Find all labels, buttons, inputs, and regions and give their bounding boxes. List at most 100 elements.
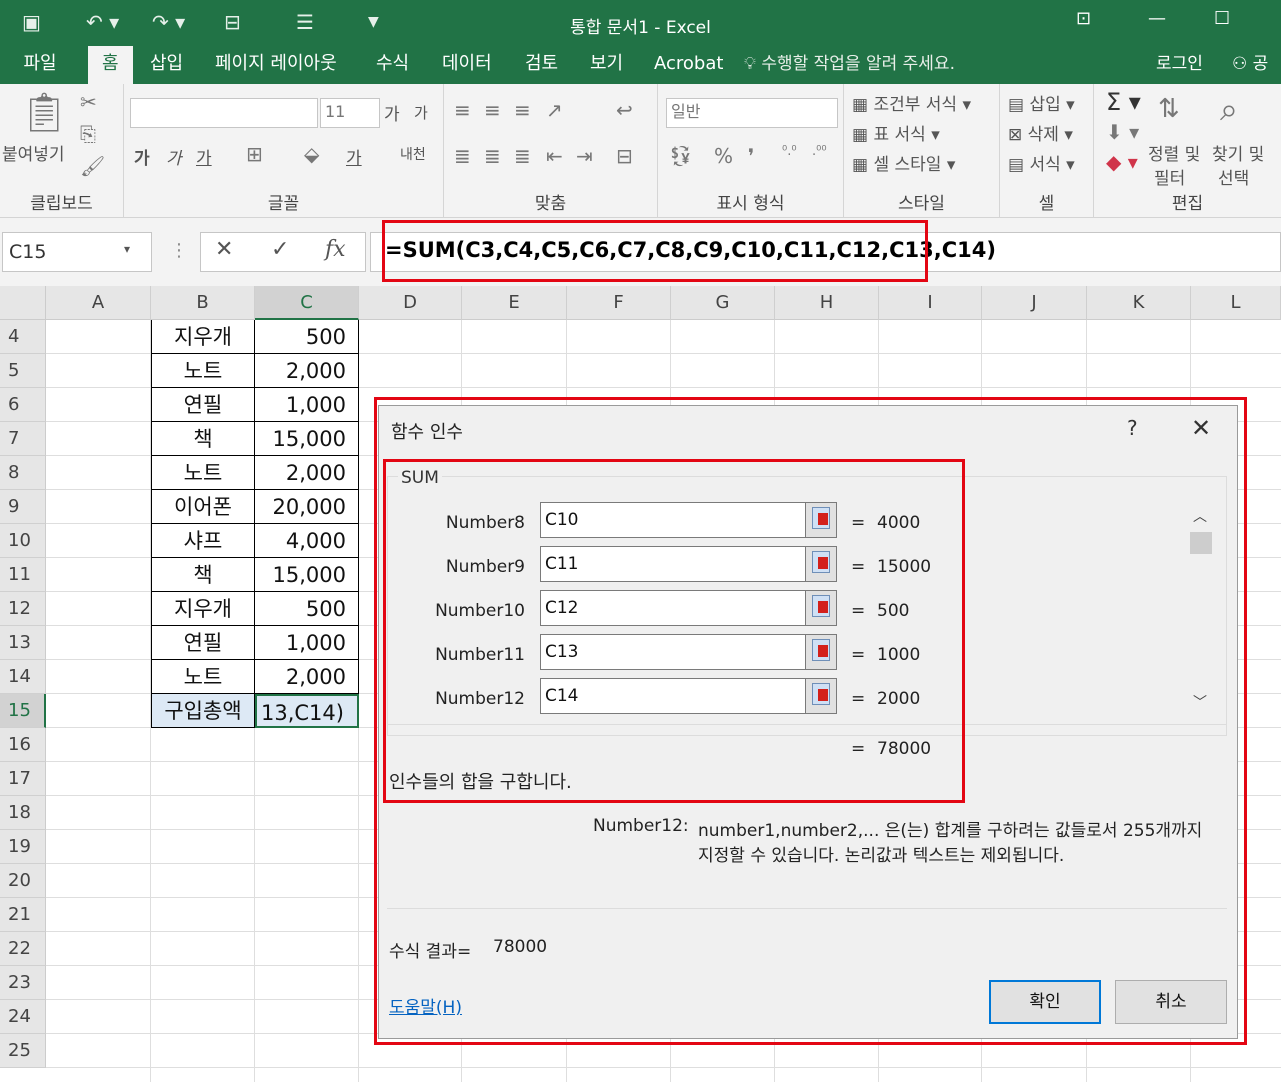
formula-input[interactable]: =SUM(C3,C4,C5,C6,C7,C8,C9,C10,C11,C12,C1… <box>370 232 1281 272</box>
cell-price[interactable]: 4,000 <box>255 524 359 558</box>
range-select-icon[interactable] <box>805 590 837 626</box>
accounting-format-icon[interactable]: 💱︎ <box>668 144 693 168</box>
decrease-indent-icon[interactable]: ⇤ <box>546 144 563 168</box>
column-header[interactable]: A <box>46 286 151 320</box>
cut-icon[interactable]: ✂ <box>80 90 97 114</box>
cell-item[interactable]: 지우개 <box>151 320 255 354</box>
range-select-icon[interactable] <box>805 546 837 582</box>
cancel-button[interactable]: 취소 <box>1115 980 1227 1024</box>
scroll-down-icon[interactable]: ﹀ <box>1193 692 1207 712</box>
help-link[interactable]: 도움말(H) <box>389 993 462 1018</box>
align-top-icon[interactable]: ≡ <box>454 98 471 122</box>
ok-button[interactable]: 확인 <box>989 980 1101 1024</box>
column-header[interactable]: D <box>359 286 462 320</box>
column-header[interactable]: E <box>462 286 567 320</box>
find-select-label-1[interactable]: 찾기 및 <box>1212 140 1264 165</box>
cancel-entry-icon[interactable]: ✕ <box>215 237 233 262</box>
decrease-decimal-icon[interactable]: .⁰⁰ <box>812 144 827 159</box>
arg-input[interactable]: C10 <box>540 502 806 538</box>
cell-item[interactable]: 샤프 <box>151 524 255 558</box>
cell-price[interactable]: 1,000 <box>255 626 359 660</box>
format-cells-button[interactable]: ▤ 서식 ▾ <box>1008 150 1075 175</box>
row-header[interactable]: 23 <box>0 966 46 1000</box>
ribbon-display-icon[interactable]: ⊡ <box>1076 8 1091 29</box>
cell-item[interactable]: 노트 <box>151 456 255 490</box>
row-header[interactable]: 9 <box>0 490 46 524</box>
cell-item[interactable]: 노트 <box>151 354 255 388</box>
column-header[interactable]: B <box>151 286 255 320</box>
find-select-icon[interactable]: ⌕ <box>1220 90 1238 129</box>
arg-input[interactable]: C11 <box>540 546 806 582</box>
login-link[interactable]: 로그인 <box>1156 46 1203 82</box>
align-right-icon[interactable]: ≣ <box>514 144 531 168</box>
format-painter-icon[interactable]: 🖌︎ <box>80 154 105 178</box>
share-button[interactable]: ⚇ 공 <box>1232 46 1268 82</box>
borders-icon[interactable]: ⊞ <box>246 142 263 166</box>
find-select-label-2[interactable]: 선택 <box>1218 164 1249 189</box>
range-select-icon[interactable] <box>805 502 837 538</box>
align-center-icon[interactable]: ≣ <box>484 144 501 168</box>
cell-price[interactable]: 2,000 <box>255 354 359 388</box>
percent-icon[interactable]: % <box>714 144 733 168</box>
phonetic-button[interactable]: 내천 <box>400 144 426 164</box>
row-header[interactable]: 13 <box>0 626 46 660</box>
tab-acrobat[interactable]: Acrobat <box>640 46 737 84</box>
sort-filter-label-1[interactable]: 정렬 및 <box>1148 140 1200 165</box>
tab-data[interactable]: 데이터 <box>428 46 506 84</box>
enter-entry-icon[interactable]: ✓ <box>271 237 289 262</box>
row-header[interactable]: 22 <box>0 932 46 966</box>
tab-page-layout[interactable]: 페이지 레이아웃 <box>201 46 351 84</box>
column-header[interactable]: I <box>879 286 982 320</box>
number-format-box[interactable]: 일반 <box>666 98 838 128</box>
arg-input[interactable]: C12 <box>540 590 806 626</box>
orientation-icon[interactable]: ↗ <box>546 98 563 122</box>
row-header[interactable]: 24 <box>0 1000 46 1034</box>
row-header[interactable]: 15 <box>0 694 46 728</box>
increase-decimal-icon[interactable]: ⁰.⁰ <box>782 144 797 159</box>
tab-view[interactable]: 보기 <box>576 46 637 84</box>
column-header[interactable]: H <box>775 286 879 320</box>
shrink-font-icon[interactable]: 가 <box>414 102 428 123</box>
copy-icon[interactable]: ⎘ <box>80 122 96 146</box>
row-header[interactable]: 6 <box>0 388 46 422</box>
merge-center-icon[interactable]: ⊟ <box>616 144 633 168</box>
cell-item[interactable]: 노트 <box>151 660 255 694</box>
cell-styles-button[interactable]: ▦ 셀 스타일 ▾ <box>852 150 955 175</box>
cell-item[interactable]: 책 <box>151 422 255 456</box>
scroll-thumb[interactable] <box>1190 532 1212 554</box>
cell-price[interactable]: 500 <box>255 320 359 354</box>
grow-font-icon[interactable]: 가 <box>384 100 400 125</box>
range-select-icon[interactable] <box>805 634 837 670</box>
cell-item[interactable]: 이어폰 <box>151 490 255 524</box>
underline-button[interactable]: 가 <box>196 144 212 169</box>
tab-insert[interactable]: 삽입 <box>136 46 197 84</box>
cell-item[interactable]: 책 <box>151 558 255 592</box>
row-header[interactable]: 10 <box>0 524 46 558</box>
align-middle-icon[interactable]: ≡ <box>484 98 501 122</box>
cell-price[interactable]: 15,000 <box>255 422 359 456</box>
italic-button[interactable]: 가 <box>166 144 182 169</box>
increase-indent-icon[interactable]: ⇥ <box>576 144 593 168</box>
row-header[interactable]: 19 <box>0 830 46 864</box>
column-header[interactable]: F <box>567 286 671 320</box>
row-header[interactable]: 11 <box>0 558 46 592</box>
range-select-icon[interactable] <box>805 678 837 714</box>
insert-function-icon[interactable]: fx <box>325 237 346 262</box>
cell-price[interactable]: 2,000 <box>255 660 359 694</box>
row-header[interactable]: 20 <box>0 864 46 898</box>
arguments-scrollbar[interactable]: ︿ ﹀ <box>1188 502 1214 714</box>
scroll-up-icon[interactable]: ︿ <box>1193 506 1207 526</box>
minimize-icon[interactable]: — <box>1148 8 1166 29</box>
arg-input[interactable]: C14 <box>540 678 806 714</box>
sort-filter-label-2[interactable]: 필터 <box>1154 164 1185 189</box>
conditional-format-button[interactable]: ▦ 조건부 서식 ▾ <box>852 90 971 115</box>
tab-review[interactable]: 검토 <box>511 46 572 84</box>
row-header[interactable]: 12 <box>0 592 46 626</box>
cell-price[interactable]: 20,000 <box>255 490 359 524</box>
cell-price[interactable]: 2,000 <box>255 456 359 490</box>
row-header[interactable]: 17 <box>0 762 46 796</box>
cell-price[interactable]: 15,000 <box>255 558 359 592</box>
cell-item[interactable]: 연필 <box>151 388 255 422</box>
maximize-icon[interactable]: ☐ <box>1214 8 1230 29</box>
cell-item[interactable]: 연필 <box>151 626 255 660</box>
